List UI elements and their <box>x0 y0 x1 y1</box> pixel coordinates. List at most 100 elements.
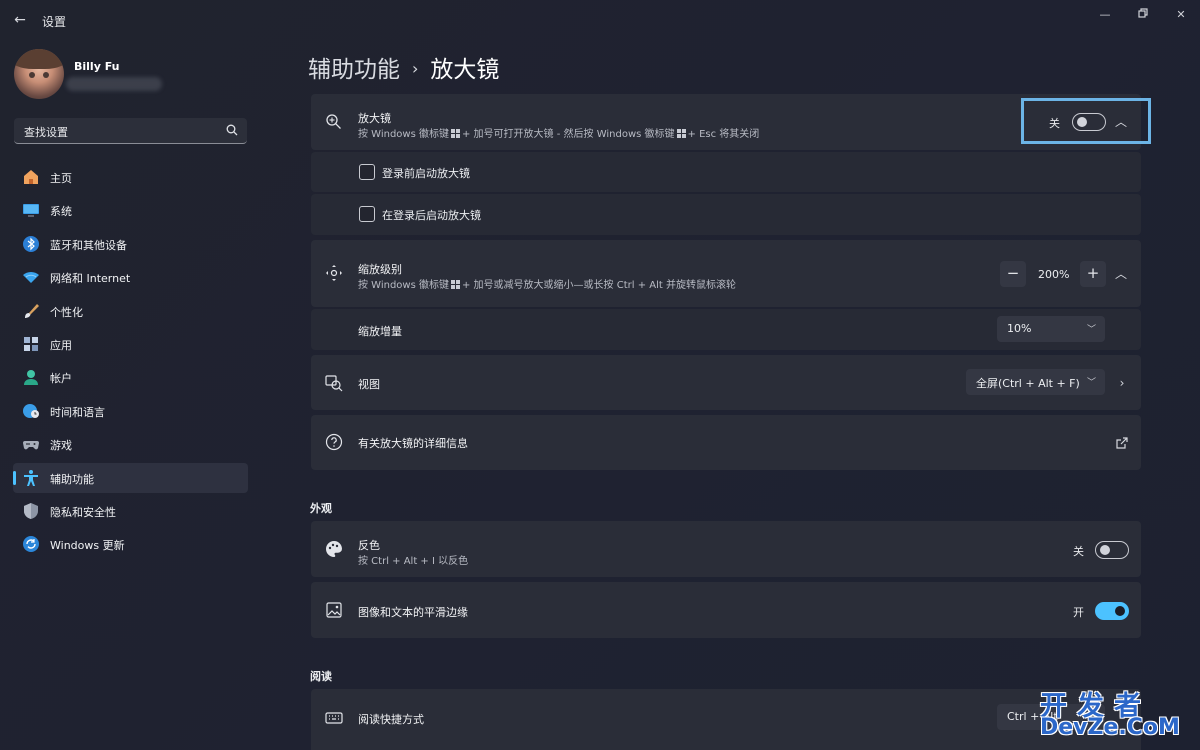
chevron-down-icon: ﹀ <box>1086 378 1096 388</box>
zoom-increment-label: 缩放增量 <box>358 325 402 338</box>
magnifier-description: 按 Windows 徽标键 + 加号可打开放大镜 - 然后按 Windows 徽标… <box>358 129 760 140</box>
smooth-edges-title: 图像和文本的平滑边缘 <box>358 606 468 619</box>
zoom-increment-row: 缩放增量 10% ﹀ <box>311 309 1141 350</box>
zoom-increment-value: 10% <box>1007 322 1032 335</box>
reading-section-title: 阅读 <box>310 670 332 683</box>
invert-colors-card[interactable]: 反色 按 Ctrl + Alt + I 以反色 关 <box>311 521 1141 577</box>
external-link-icon[interactable] <box>1114 435 1130 451</box>
highlight-box <box>1021 98 1151 144</box>
page-title: 放大镜 <box>430 57 500 83</box>
start-after-signin-checkbox[interactable] <box>359 206 375 222</box>
start-before-signin-row[interactable]: 登录前启动放大镜 <box>311 152 1141 192</box>
sidebar-item-label: 主页 <box>50 172 72 185</box>
wifi-icon <box>23 272 39 284</box>
restore-icon[interactable] <box>1128 6 1158 24</box>
sidebar-item-label: 蓝牙和其他设备 <box>50 238 127 252</box>
search-box[interactable]: 查找设置 <box>14 118 247 144</box>
bluetooth-icon <box>23 235 39 252</box>
zoom-move-icon <box>326 265 342 281</box>
sidebar-item-home[interactable]: 主页 <box>13 162 248 192</box>
sidebar-item-gaming[interactable]: 游戏 <box>13 429 248 459</box>
watermark-logo: 开发者 DevZe.CoM <box>1040 684 1192 746</box>
invert-colors-title: 反色 <box>358 539 380 552</box>
chevron-right-icon[interactable]: › <box>1114 375 1130 391</box>
zoom-in-button[interactable]: + <box>1080 261 1106 287</box>
smooth-edges-toggle-label: 开 <box>1073 606 1084 619</box>
reading-shortcut-title: 阅读快捷方式 <box>358 713 424 726</box>
breadcrumb-separator: › <box>412 59 419 78</box>
sidebar-item-accounts[interactable]: 帐户 <box>13 362 248 392</box>
sidebar-item-label: 帐户 <box>50 372 72 386</box>
start-before-signin-checkbox[interactable] <box>359 164 375 180</box>
smooth-edges-card[interactable]: 图像和文本的平滑边缘 开 <box>311 582 1141 638</box>
view-mode-value: 全屏(Ctrl + Alt + F) <box>976 377 1080 390</box>
invert-colors-toggle[interactable] <box>1095 541 1129 559</box>
home-icon <box>24 170 38 184</box>
start-after-signin-row[interactable]: 在登录后启动放大镜 <box>311 194 1141 235</box>
search-icon[interactable] <box>225 123 239 137</box>
apps-icon <box>24 336 38 351</box>
gamepad-icon <box>23 441 39 450</box>
sidebar-item-label: Windows 更新 <box>50 539 125 553</box>
chevron-up-icon[interactable]: ︿ <box>1113 266 1129 282</box>
zoom-value: 200% <box>1038 268 1070 281</box>
sidebar-item-accessibility[interactable]: 辅助功能 <box>13 462 248 493</box>
keyboard-icon <box>325 712 343 724</box>
help-icon <box>325 433 343 451</box>
magnifier-info-title: 有关放大镜的详细信息 <box>358 437 468 450</box>
breadcrumb: 辅助功能 › 放大镜 <box>308 50 499 84</box>
globe-clock-icon <box>23 403 39 418</box>
sidebar-item-privacy[interactable]: 隐私和安全性 <box>13 496 248 526</box>
profile-name: Billy Fu <box>74 60 120 73</box>
sidebar-item-label: 个性化 <box>50 305 83 319</box>
sidebar-item-label: 应用 <box>50 338 72 352</box>
start-before-signin-label: 登录前启动放大镜 <box>382 167 470 180</box>
sidebar-item-label: 辅助功能 <box>50 472 94 486</box>
sidebar-item-bluetooth[interactable]: 蓝牙和其他设备 <box>13 229 248 259</box>
sidebar: Billy Fu 查找设置 主页 系统 蓝牙和其他设备 网络和 Internet… <box>0 40 260 750</box>
search-input[interactable]: 查找设置 <box>24 124 68 140</box>
view-card[interactable]: 视图 全屏(Ctrl + Alt + F) ﹀ › <box>311 355 1141 410</box>
back-arrow-icon[interactable]: ← <box>10 10 30 30</box>
start-after-signin-label: 在登录后启动放大镜 <box>382 209 481 222</box>
sidebar-item-label: 隐私和安全性 <box>50 505 116 519</box>
sidebar-item-time-language[interactable]: 时间和语言 <box>13 396 248 426</box>
windows-logo-icon <box>451 129 460 138</box>
sidebar-item-apps[interactable]: 应用 <box>13 329 248 359</box>
avatar <box>14 49 64 99</box>
accessibility-icon <box>24 469 38 486</box>
update-icon <box>23 536 39 553</box>
shield-icon <box>24 502 38 519</box>
sidebar-item-network[interactable]: 网络和 Internet <box>13 262 248 292</box>
image-icon <box>326 602 342 618</box>
windows-logo-icon <box>451 280 460 289</box>
profile-email-redacted <box>66 77 162 91</box>
watermark-line2: DevZe.CoM <box>1040 715 1180 740</box>
invert-colors-toggle-label: 关 <box>1073 545 1084 558</box>
zoom-level-title: 缩放级别 <box>358 263 402 276</box>
brush-icon <box>25 303 39 318</box>
appearance-section-title: 外观 <box>310 502 332 515</box>
smooth-edges-toggle[interactable] <box>1095 602 1129 620</box>
user-profile[interactable]: Billy Fu <box>14 46 254 102</box>
sidebar-item-personalization[interactable]: 个性化 <box>13 296 248 326</box>
magnifier-info-card[interactable]: 有关放大镜的详细信息 <box>311 415 1141 470</box>
sidebar-item-system[interactable]: 系统 <box>13 195 248 225</box>
view-icon <box>325 375 343 392</box>
sidebar-item-label: 系统 <box>50 205 72 219</box>
view-mode-dropdown[interactable]: 全屏(Ctrl + Alt + F) ﹀ <box>966 369 1105 395</box>
zoom-increment-dropdown[interactable]: 10% ﹀ <box>997 316 1105 342</box>
chevron-down-icon: ﹀ <box>1086 325 1096 335</box>
reading-shortcut-card[interactable]: 阅读快捷方式 Ctrl + Alt ﹀ <box>311 689 1141 750</box>
app-title: 设置 <box>42 15 67 29</box>
magnifier-title: 放大镜 <box>358 112 391 125</box>
zoom-level-card[interactable]: 缩放级别 按 Windows 徽标键 + 加号或减号放大或缩小—或长按 Ctrl … <box>311 240 1141 307</box>
account-icon <box>24 370 38 386</box>
zoom-out-button[interactable]: − <box>1000 261 1026 287</box>
sidebar-item-windows-update[interactable]: Windows 更新 <box>13 529 248 559</box>
title-bar: ← 设置 — ✕ <box>0 0 1200 40</box>
breadcrumb-parent[interactable]: 辅助功能 <box>308 57 400 83</box>
minimize-icon[interactable]: — <box>1090 6 1120 24</box>
close-icon[interactable]: ✕ <box>1166 6 1196 24</box>
magnifier-card[interactable]: 放大镜 按 Windows 徽标键 + 加号可打开放大镜 - 然后按 Window… <box>311 94 1141 150</box>
